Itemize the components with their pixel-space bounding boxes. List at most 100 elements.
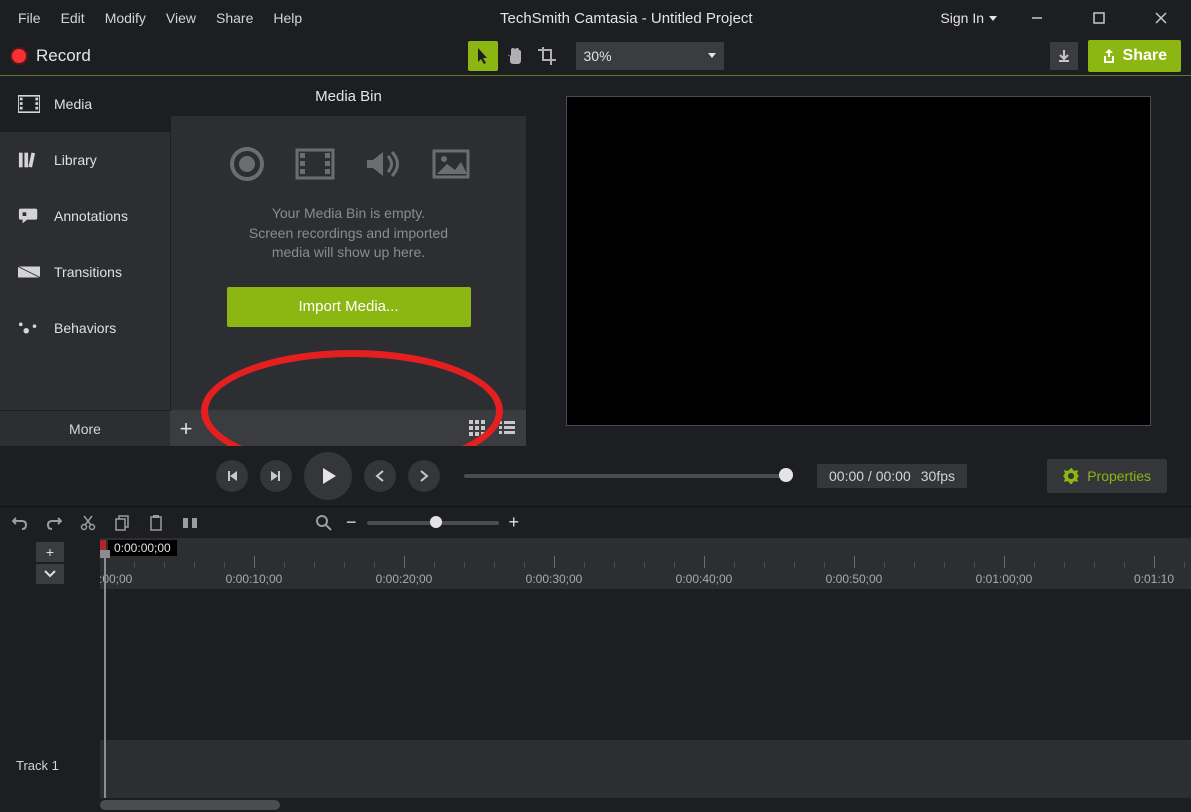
menu-modify[interactable]: Modify xyxy=(95,6,156,30)
zoom-select[interactable]: 30% xyxy=(576,42,724,70)
preview-canvas[interactable] xyxy=(566,96,1151,426)
caret-down-icon xyxy=(708,53,716,58)
transitions-icon xyxy=(18,263,40,281)
import-media-button[interactable]: Import Media... xyxy=(227,287,471,327)
cut-button[interactable] xyxy=(76,511,100,535)
record-button[interactable]: Record xyxy=(10,46,91,66)
timeline-panel: + Track 1 0:00:00;00 0:00:00;000:00:10;0… xyxy=(0,538,1191,812)
ruler-tick-label: 0:00:20;00 xyxy=(376,572,433,586)
ruler-tick-label: 0:00:30;00 xyxy=(526,572,583,586)
collapse-track-button[interactable] xyxy=(36,564,64,584)
playback-slider-thumb[interactable] xyxy=(779,468,793,482)
properties-label: Properties xyxy=(1087,468,1151,484)
next-button[interactable] xyxy=(408,460,440,492)
playback-slider[interactable] xyxy=(464,474,793,478)
share-button[interactable]: Share xyxy=(1088,40,1181,72)
sidebar-item-label: Behaviors xyxy=(54,320,116,336)
sidebar-item-label: Library xyxy=(54,152,97,168)
sidebar-item-media[interactable]: Media xyxy=(0,76,170,132)
timeline-ruler-area[interactable]: 0:00:00;00 0:00:00;000:00:10;000:00:20;0… xyxy=(100,538,1191,812)
step-forward-button[interactable] xyxy=(260,460,292,492)
menu-file[interactable]: File xyxy=(8,6,51,30)
sidebar-item-label: Media xyxy=(54,96,92,112)
timeline-zoom-thumb[interactable] xyxy=(430,516,442,528)
sidebar-item-behaviors[interactable]: Behaviors xyxy=(0,300,170,356)
sidebar: Media Library Annotations Transitions Be… xyxy=(0,76,170,446)
ruler-tick-label: 0:00:10;00 xyxy=(226,572,283,586)
main-area: Media Library Annotations Transitions Be… xyxy=(0,76,1191,446)
sidebar-item-label: Annotations xyxy=(54,208,128,224)
record-type-icon xyxy=(227,146,267,182)
window-minimize-button[interactable] xyxy=(1015,0,1059,36)
download-button[interactable] xyxy=(1050,42,1078,70)
timeline-scrollbar[interactable] xyxy=(100,798,1191,812)
grid-view-button[interactable] xyxy=(464,415,490,441)
timeline-zoom-slider[interactable] xyxy=(367,521,499,525)
step-back-button[interactable] xyxy=(216,460,248,492)
more-label: More xyxy=(69,421,101,437)
window-close-button[interactable] xyxy=(1139,0,1183,36)
zoom-in-button[interactable]: + xyxy=(509,512,520,533)
timeline-toolbar: − + xyxy=(0,506,1191,538)
prev-button[interactable] xyxy=(364,460,396,492)
media-bin-title: Media Bin xyxy=(171,76,526,116)
playback-bar: 00:00 / 00:00 30fps Properties xyxy=(0,446,1191,506)
undo-button[interactable] xyxy=(8,511,32,535)
copy-button[interactable] xyxy=(110,511,134,535)
ruler-tick-label: 0:00:50;00 xyxy=(826,572,883,586)
crop-tool-button[interactable] xyxy=(532,41,562,71)
main-toolbar: Record 30% Share xyxy=(0,36,1191,76)
record-icon xyxy=(10,47,28,65)
menu-edit[interactable]: Edit xyxy=(51,6,95,30)
redo-button[interactable] xyxy=(42,511,66,535)
play-button[interactable] xyxy=(304,452,352,500)
paste-button[interactable] xyxy=(144,511,168,535)
preview-panel xyxy=(526,76,1191,446)
signin-label: Sign In xyxy=(940,10,984,26)
share-label: Share xyxy=(1123,47,1167,65)
sidebar-add-button[interactable]: + xyxy=(170,411,202,447)
sidebar-item-annotations[interactable]: Annotations xyxy=(0,188,170,244)
timeline-track-row-1[interactable] xyxy=(100,740,1191,790)
audio-type-icon xyxy=(363,146,403,182)
sidebar-item-label: Transitions xyxy=(54,264,122,280)
sidebar-more-button[interactable]: More + xyxy=(0,410,170,446)
menu-view[interactable]: View xyxy=(156,6,206,30)
time-value: 00:00 / 00:00 xyxy=(829,468,911,484)
share-icon xyxy=(1102,48,1116,64)
media-bin-body: Your Media Bin is empty. Screen recordin… xyxy=(171,116,526,410)
timeline-playhead[interactable] xyxy=(104,556,106,812)
sidebar-item-library[interactable]: Library xyxy=(0,132,170,188)
timeline-ruler[interactable]: 0:00:00;000:00:10;000:00:20;000:00:30;00… xyxy=(100,556,1191,590)
ruler-tick-label: 0:01:00;00 xyxy=(976,572,1033,586)
signin-button[interactable]: Sign In xyxy=(940,10,997,26)
media-bin-empty-text: Your Media Bin is empty. Screen recordin… xyxy=(249,204,448,263)
menu-bar: File Edit Modify View Share Help TechSmi… xyxy=(0,0,1191,36)
menu-share[interactable]: Share xyxy=(206,6,263,30)
window-maximize-button[interactable] xyxy=(1077,0,1121,36)
ruler-tick-label: 0:01:10 xyxy=(1134,572,1174,586)
hand-tool-button[interactable] xyxy=(500,41,530,71)
properties-button[interactable]: Properties xyxy=(1047,459,1167,493)
zoom-search-icon xyxy=(312,511,336,535)
zoom-value: 30% xyxy=(584,48,612,64)
annotations-icon xyxy=(18,207,40,225)
add-track-button[interactable]: + xyxy=(36,542,64,562)
split-button[interactable] xyxy=(178,511,202,535)
fps-value: 30fps xyxy=(921,468,955,484)
zoom-out-button[interactable]: − xyxy=(346,512,357,533)
image-type-icon xyxy=(431,146,471,182)
media-type-icons xyxy=(227,146,471,182)
ruler-tick-label: 0:00:40;00 xyxy=(676,572,733,586)
sidebar-item-transitions[interactable]: Transitions xyxy=(0,244,170,300)
list-view-button[interactable] xyxy=(494,415,520,441)
behaviors-icon xyxy=(18,319,40,337)
menu-help[interactable]: Help xyxy=(263,6,312,30)
caret-down-icon xyxy=(989,16,997,21)
video-type-icon xyxy=(295,146,335,182)
timeline-tracks-bg xyxy=(100,590,1191,740)
library-icon xyxy=(18,151,40,169)
track-label-track1[interactable]: Track 1 xyxy=(0,740,100,790)
timeline-scrollbar-thumb[interactable] xyxy=(100,800,280,810)
cursor-tool-button[interactable] xyxy=(468,41,498,71)
